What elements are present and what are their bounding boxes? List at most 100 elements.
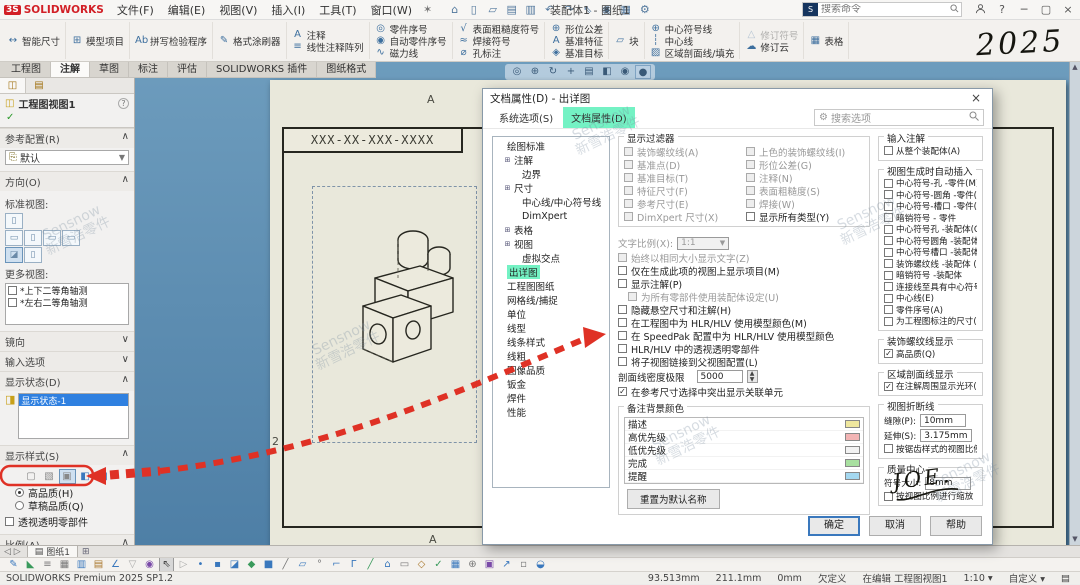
checkbox[interactable] xyxy=(884,259,893,268)
menu-item[interactable]: 文件(F) xyxy=(110,2,161,18)
checkbox[interactable] xyxy=(624,199,633,208)
print-icon[interactable]: ▥ xyxy=(522,3,539,16)
checkbox[interactable] xyxy=(618,305,627,314)
tree-item[interactable]: 中心线/中心符号线 xyxy=(493,195,609,209)
chevron-up-icon[interactable]: ∧ xyxy=(122,448,129,463)
filter-checkbox-row[interactable]: 表面粗糙度(S) xyxy=(746,184,864,197)
filter-toolbar-icon[interactable]: ▥ xyxy=(74,558,89,571)
chevron-up-icon[interactable]: ∧ xyxy=(122,174,129,189)
auto-insert-checkbox-row[interactable]: 中心符号-槽口 -零件(L) xyxy=(884,201,977,213)
auto-insert-checkbox-row[interactable]: 连接线至具有中心符号线的孔阵列 xyxy=(884,281,977,293)
filter-checkbox-row[interactable]: 参考尺寸(E) xyxy=(624,197,742,210)
linear-note-pattern-button[interactable]: ≡ 线性注释阵列 xyxy=(292,41,364,53)
filter-toolbar-icon[interactable]: ≡ xyxy=(40,558,55,571)
auto-insert-checkbox-row[interactable]: 中心符号槽口 -装配体(T) xyxy=(884,247,977,259)
filter-toolbar-icon[interactable]: ▪ xyxy=(210,558,225,571)
filter-checkbox-row[interactable]: 形位公差(G) xyxy=(746,158,864,171)
filter-toolbar-icon[interactable]: ◉ xyxy=(142,558,157,571)
checkbox[interactable] xyxy=(884,146,893,155)
filter-toolbar-icon[interactable]: ◒ xyxy=(533,558,548,571)
checkbox[interactable] xyxy=(618,279,627,288)
scroll-down-icon[interactable]: ▼ xyxy=(1072,534,1077,545)
option-checkbox-row[interactable]: 将子视图链接到父视图配置(L) xyxy=(618,355,870,368)
tables-button[interactable]: ▦ 表格 xyxy=(809,35,843,47)
ok-checkmark-icon[interactable]: ✓ xyxy=(0,112,134,128)
radio[interactable] xyxy=(15,501,24,510)
command-tab[interactable]: 注解 xyxy=(51,62,90,77)
highlight-assoc-checkbox[interactable]: 在参考尺寸选择中突出显示关联单元 xyxy=(618,385,870,398)
auto-insert-checkbox-row[interactable]: 装饰螺纹线 -装配体 (可能会影响性能) xyxy=(884,258,977,270)
filter-toolbar-icon[interactable]: ▦ xyxy=(448,558,463,571)
save-icon[interactable]: ▤ xyxy=(503,3,520,16)
revision-symbol-button[interactable]: △ 修订符号 xyxy=(745,29,798,41)
chevron-down-icon[interactable]: ∨ xyxy=(122,354,129,369)
zoom-area-icon[interactable]: ⊕ xyxy=(527,65,543,79)
auto-insert-checkbox-row[interactable]: 暗销符号 - 零件 xyxy=(884,212,977,224)
radio[interactable] xyxy=(15,488,24,497)
area-hatch-button[interactable]: ▨ 区域剖面线/填充 xyxy=(650,47,735,59)
filter-toolbar-icon[interactable]: ■ xyxy=(261,558,276,571)
menu-item[interactable]: 工具(T) xyxy=(312,2,363,18)
note-color-row[interactable]: 低优先级 xyxy=(625,444,863,457)
zoom-fit-icon[interactable]: ◎ xyxy=(509,65,525,79)
command-tab[interactable]: 评估 xyxy=(168,62,207,77)
checkbox[interactable] xyxy=(746,199,755,208)
dialog-close-button[interactable]: × xyxy=(967,91,985,105)
option-checkbox-row[interactable]: 始终以相同大小显示文字(Z) xyxy=(618,251,870,264)
checkbox[interactable] xyxy=(628,292,637,301)
pin-menu-icon[interactable]: ✶ xyxy=(423,3,432,16)
filter-toolbar-icon[interactable]: ◣ xyxy=(23,558,38,571)
command-tab[interactable]: 图纸格式 xyxy=(317,62,376,77)
rotate-view-icon[interactable]: ↻ xyxy=(545,65,561,79)
view-orientation-icon[interactable]: ◧ xyxy=(599,65,615,79)
checkbox[interactable] xyxy=(884,317,893,326)
option-checkbox-row[interactable]: 隐藏悬空尺寸和注解(H) xyxy=(618,303,870,316)
gap-input[interactable]: 10mm xyxy=(920,414,966,427)
checkbox[interactable] xyxy=(624,160,633,169)
expand-icon[interactable]: ⊞ xyxy=(503,156,512,164)
options-tree[interactable]: 绘图标准 ⊞ 注解 边界 ⊞ 尺寸 中心线/中心符号线 DimXpert ⊞ 表… xyxy=(492,136,610,488)
color-swatch[interactable] xyxy=(845,459,860,467)
new-document-icon[interactable]: ▯ xyxy=(465,3,482,16)
tree-item[interactable]: 线条样式 xyxy=(493,335,609,349)
filter-checkbox-row[interactable]: 显示所有类型(Y) xyxy=(746,210,864,223)
menu-item[interactable]: 窗口(W) xyxy=(364,2,419,18)
filter-toolbar-icon[interactable]: ╱ xyxy=(363,558,378,571)
checkbox[interactable] xyxy=(618,266,627,275)
checkbox[interactable] xyxy=(618,318,627,327)
expand-icon[interactable]: ⊞ xyxy=(503,226,512,234)
add-sheet-icon[interactable]: ⊞ xyxy=(82,547,90,557)
checkbox[interactable] xyxy=(746,160,755,169)
filter-toolbar-icon[interactable]: ▭ xyxy=(397,558,412,571)
transparent-components-checkbox[interactable]: 透视透明零部件 xyxy=(5,515,129,528)
checkbox[interactable] xyxy=(5,517,14,526)
filter-toolbar-icon[interactable]: ⌐ xyxy=(329,558,344,571)
tree-item[interactable]: 网格线/捕捉 xyxy=(493,293,609,307)
extension-input[interactable]: 3.175mm xyxy=(920,429,971,442)
scroll-up-icon[interactable]: ▲ xyxy=(1072,62,1077,73)
from-entire-assembly-checkbox[interactable]: 从整个装配体(A) xyxy=(884,145,977,157)
filter-toolbar-icon[interactable]: • xyxy=(193,558,208,571)
chevron-up-icon[interactable]: ∧ xyxy=(122,131,129,146)
restore-button[interactable]: ▢ xyxy=(1038,3,1054,17)
chevron-up-icon[interactable]: ∧ xyxy=(122,537,129,545)
checkbox[interactable] xyxy=(8,286,17,295)
display-style-icon[interactable]: ◉ xyxy=(617,65,633,79)
filter-toolbar-icon[interactable]: ⇖ xyxy=(159,557,174,571)
blocks-button[interactable]: ▱ 块 xyxy=(614,35,639,47)
high-quality-checkbox[interactable]: 高品质(Q) xyxy=(884,348,977,360)
command-tab[interactable]: SOLIDWORKS 插件 xyxy=(207,62,317,77)
filter-toolbar-icon[interactable]: ◪ xyxy=(227,558,242,571)
filter-toolbar-icon[interactable]: ⊕ xyxy=(465,558,480,571)
reset-default-names-button[interactable]: 重置为默认名称 xyxy=(627,489,720,509)
tree-item[interactable]: DimXpert xyxy=(493,209,609,223)
note-color-row[interactable]: 完成 xyxy=(625,457,863,470)
isometric-view[interactable] xyxy=(335,202,475,382)
checkbox[interactable] xyxy=(618,387,627,396)
checkbox[interactable] xyxy=(746,186,755,195)
filter-toolbar-icon[interactable]: ✎ xyxy=(6,558,21,571)
help-button[interactable]: 帮助 xyxy=(930,516,982,536)
checkbox[interactable] xyxy=(624,147,633,156)
chevron-up-icon[interactable]: ∧ xyxy=(122,374,129,389)
tab-feature-tree[interactable]: ▤ xyxy=(26,78,52,93)
